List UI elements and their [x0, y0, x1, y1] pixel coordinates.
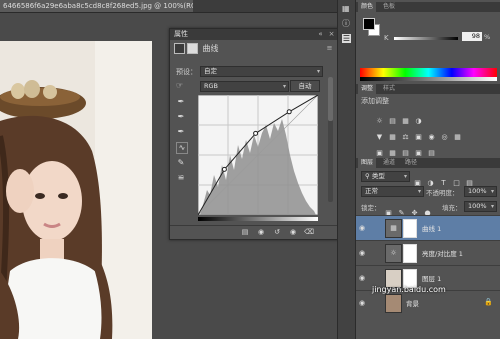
- properties-icon[interactable]: ☰: [342, 34, 351, 43]
- curves-adjustment-icon: ▦: [385, 219, 402, 238]
- background-thumbnail: [385, 294, 402, 313]
- scroll-thumb[interactable]: [328, 77, 333, 121]
- black-point-eyedropper-icon[interactable]: ✒: [176, 97, 186, 107]
- properties-scrollbar[interactable]: [328, 77, 333, 202]
- curve-graph[interactable]: [197, 94, 319, 216]
- layer-mask-thumbnail[interactable]: [403, 244, 417, 263]
- posterize-icon[interactable]: ▦: [387, 148, 398, 158]
- curve-edit-points-icon[interactable]: ∿: [176, 142, 188, 154]
- preset-label: 预设：: [176, 68, 197, 76]
- reset-icon[interactable]: ↺: [272, 227, 282, 237]
- grayscale-ramp[interactable]: [360, 77, 497, 81]
- tab-paths[interactable]: 路径: [402, 158, 420, 168]
- channel-select[interactable]: RGB: [200, 81, 289, 92]
- layer-filter-select[interactable]: ⚲ 类型: [361, 171, 410, 182]
- fill-field[interactable]: 100%: [464, 201, 497, 212]
- close-icon[interactable]: ×: [327, 30, 336, 39]
- layer-name[interactable]: 亮度/对比度 1: [422, 248, 463, 258]
- tab-channels[interactable]: 通道: [380, 158, 398, 168]
- threshold-icon[interactable]: ▤: [400, 148, 411, 158]
- panel-menu-icon[interactable]: ≡: [325, 44, 334, 53]
- pencil-icon[interactable]: ✎: [176, 158, 186, 168]
- curve-control-point: [253, 130, 259, 136]
- document-tab[interactable]: 6466586f6a29e6aba8c5cd8c8f268ed5.jpg @ 1…: [0, 0, 193, 12]
- hand-adjust-icon[interactable]: ☞: [176, 81, 183, 90]
- properties-panel: 属性 « × 曲线 ≡ 预设： 自定 ☞ RGB 自动 ✒ ✒ ✒ ∿ ✎ ≌: [169, 28, 339, 240]
- adjustments-panel-tabs: 调整 样式: [356, 84, 500, 94]
- eye-icon[interactable]: ◉: [359, 224, 365, 232]
- filter-kind-label: 类型: [371, 172, 385, 180]
- color-spectrum[interactable]: [360, 68, 497, 77]
- white-point-eyedropper-icon[interactable]: ✒: [176, 127, 186, 137]
- document-title: 6466586f6a29e6aba8c5cd8c8f268ed5.jpg @ 1…: [3, 2, 193, 10]
- layer-mask-thumbnail[interactable]: [403, 219, 417, 238]
- foreground-color-swatch: [363, 18, 375, 30]
- tab-adjustments[interactable]: 调整: [358, 84, 377, 94]
- curves-header: 曲线: [174, 42, 219, 56]
- eye-icon[interactable]: ◉: [359, 249, 365, 257]
- info-icon[interactable]: ⓘ: [342, 18, 350, 29]
- visibility-icon[interactable]: ◉: [288, 227, 298, 237]
- eye-icon[interactable]: ◉: [359, 274, 365, 282]
- color-lookup-icon[interactable]: ▦: [452, 132, 463, 142]
- preset-select[interactable]: 自定: [200, 66, 323, 77]
- opacity-label: 不透明度：: [426, 189, 459, 197]
- eye-icon[interactable]: ◉: [359, 299, 365, 307]
- tab-styles[interactable]: 样式: [380, 84, 398, 94]
- history-icon[interactable]: ▦: [342, 4, 350, 13]
- auto-button[interactable]: 自动: [290, 80, 320, 92]
- add-adjustment-label: 添加调整: [361, 97, 389, 105]
- k-label: K: [384, 34, 389, 42]
- input-gradient: [198, 217, 318, 221]
- color-panel-tabs: 颜色 色板: [356, 2, 500, 12]
- view-previous-icon[interactable]: ◉: [256, 227, 266, 237]
- clip-to-layer-icon[interactable]: ▤: [240, 227, 250, 237]
- curve-control-point: [286, 109, 292, 115]
- properties-tab[interactable]: 属性: [174, 29, 188, 40]
- properties-titlebar[interactable]: 属性 « ×: [170, 29, 338, 40]
- smooth-curve-icon[interactable]: ≌: [176, 173, 186, 183]
- lock-label: 锁定：: [361, 204, 381, 212]
- layer-name[interactable]: 背景: [406, 298, 419, 308]
- layers-panel-tabs: 图层 通道 路径: [356, 158, 500, 168]
- tab-swatches[interactable]: 色板: [380, 2, 398, 12]
- layer-name[interactable]: 图层 1: [422, 273, 441, 283]
- search-icon: ⚲: [365, 172, 370, 180]
- adjustment-row-3: ▣ ▦ ▤ ▣ ▤: [374, 140, 439, 159]
- document-tab-bar: 6466586f6a29e6aba8c5cd8c8f268ed5.jpg @ 1…: [0, 0, 355, 13]
- properties-bottom-bar: ▤ ◉ ↺ ◉ ⌫: [170, 225, 338, 238]
- tab-layers[interactable]: 图层: [358, 158, 377, 168]
- brightness-adjustment-icon: ☼: [385, 244, 402, 263]
- layer-mask-icon[interactable]: [187, 43, 198, 54]
- curves-label: 曲线: [202, 44, 219, 53]
- adjustment-layer-icon: [174, 43, 185, 54]
- layer-row-brightness[interactable]: ◉ ☼ 亮度/对比度 1: [356, 240, 500, 265]
- trash-icon[interactable]: ⌫: [304, 227, 314, 237]
- percent-label: %: [484, 33, 491, 41]
- k-value-field[interactable]: 98: [462, 32, 482, 41]
- invert-icon[interactable]: ▣: [374, 148, 385, 158]
- channel-mixer-icon[interactable]: ◎: [439, 132, 450, 142]
- panel-icon-dock: ▦ ⓘ ☰: [337, 0, 356, 339]
- photo-canvas[interactable]: [0, 41, 152, 339]
- gradient-map-icon[interactable]: ▤: [426, 148, 437, 158]
- tab-color[interactable]: 颜色: [358, 2, 377, 12]
- layer-row-curves[interactable]: ◉ ▦ 曲线 1: [356, 215, 500, 240]
- fill-label: 填充：: [442, 204, 462, 212]
- blend-mode-select[interactable]: 正常: [361, 186, 424, 197]
- curve-control-point: [221, 166, 227, 172]
- opacity-field[interactable]: 100%: [464, 186, 497, 197]
- selective-color-icon[interactable]: ▣: [413, 148, 424, 158]
- k-slider[interactable]: [394, 37, 458, 40]
- watermark: jingyan.baidu.com: [372, 285, 446, 294]
- lock-icon: 🔒: [484, 298, 493, 306]
- gray-point-eyedropper-icon[interactable]: ✒: [176, 112, 186, 122]
- collapse-icon[interactable]: «: [316, 30, 325, 39]
- curve-tools: ✒ ✒ ✒ ∿ ✎ ≌: [176, 97, 188, 207]
- layer-name[interactable]: 曲线 1: [422, 223, 441, 233]
